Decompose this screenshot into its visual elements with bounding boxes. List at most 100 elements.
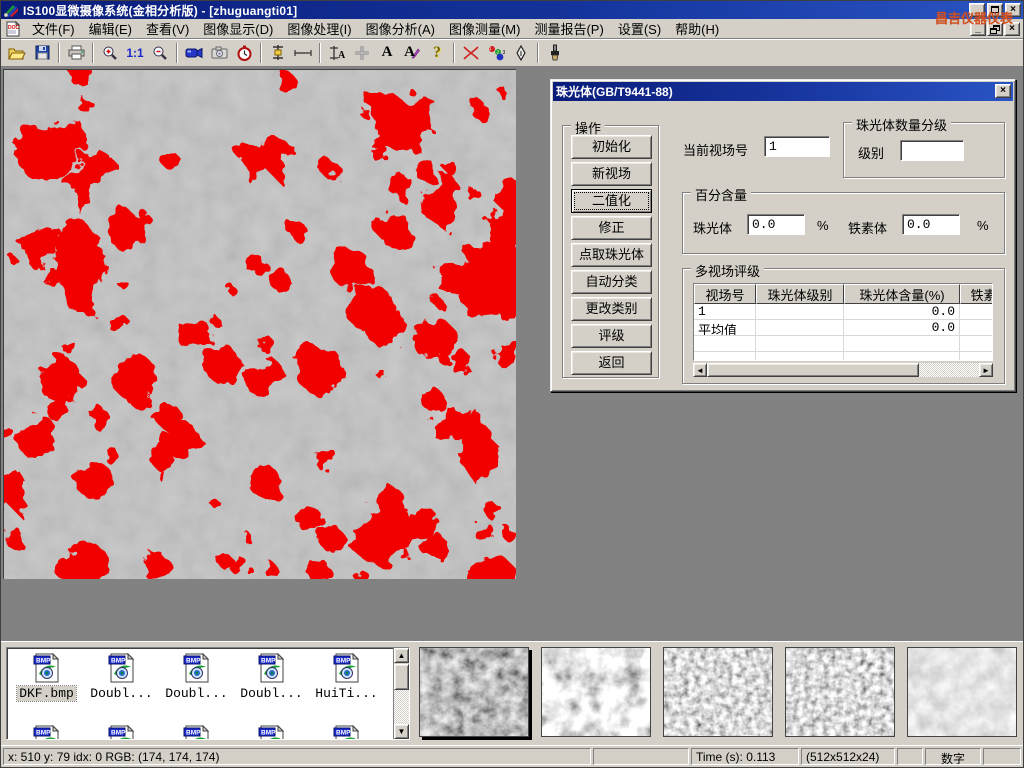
file-item[interactable]: BMP	[309, 724, 384, 740]
metallograph-thumbnail[interactable]	[907, 647, 1017, 737]
mdi-minimize-button[interactable]: _	[970, 22, 986, 36]
new-field-button[interactable]: 新视场	[571, 162, 652, 186]
menu-image-process[interactable]: 图像处理(I)	[280, 17, 358, 40]
table-row[interactable]: 平均值 0.0	[694, 320, 992, 336]
menu-file[interactable]: 文件(F)	[25, 17, 82, 40]
open-icon[interactable]	[5, 41, 29, 65]
file-list-scrollbar[interactable]: ▲ ▼	[393, 648, 409, 739]
binarize-button[interactable]: 二值化	[571, 189, 652, 213]
pearlite-percent-input[interactable]	[747, 214, 805, 235]
menu-view[interactable]: 查看(V)	[139, 17, 196, 40]
metallograph-thumbnail[interactable]	[663, 647, 773, 737]
rate-button[interactable]: 评级	[571, 324, 652, 348]
table-h-scrollbar[interactable]: ◄ ►	[693, 363, 993, 377]
curve-tool-icon[interactable]	[459, 41, 483, 65]
file-item[interactable]: BMP Doubl...	[84, 652, 159, 701]
bmp-file-icon[interactable]: BMP	[256, 652, 288, 684]
current-field-input[interactable]	[764, 136, 830, 157]
print-icon[interactable]	[64, 41, 88, 65]
timer-icon[interactable]	[232, 41, 256, 65]
col-pearlite-pct[interactable]: 珠光体含量(%)	[844, 284, 960, 304]
rating-table-header[interactable]: 视场号 珠光体级别 珠光体含量(%) 铁素体	[694, 284, 992, 304]
zoom-out-icon[interactable]	[148, 41, 172, 65]
pen-tool-icon[interactable]	[509, 41, 533, 65]
bmp-file-icon[interactable]: BMP	[331, 652, 363, 684]
close-button[interactable]: ×	[1005, 3, 1021, 17]
metallograph-thumbnail[interactable]	[541, 647, 651, 737]
file-name[interactable]: Doubl...	[88, 686, 154, 701]
metallograph-image[interactable]	[3, 69, 516, 579]
file-name[interactable]: Doubl...	[163, 686, 229, 701]
col-field-no[interactable]: 视场号	[694, 284, 756, 304]
auto-classify-button[interactable]: 自动分类	[571, 270, 652, 294]
bmp-file-icon[interactable]: BMP	[181, 724, 213, 740]
move-cross-icon[interactable]	[350, 41, 374, 65]
menu-image-analysis[interactable]: 图像分析(A)	[359, 17, 442, 40]
scroll-track[interactable]	[394, 690, 409, 724]
scroll-left-icon[interactable]: ◄	[693, 363, 707, 377]
menu-image-display[interactable]: 图像显示(D)	[196, 17, 280, 40]
bmp-file-icon[interactable]: BMP	[331, 724, 363, 740]
photo-camera-icon[interactable]	[207, 41, 231, 65]
col-pearlite-grade[interactable]: 珠光体级别	[756, 284, 844, 304]
scroll-track[interactable]	[919, 363, 979, 377]
actual-size-icon[interactable]: 1:1	[123, 41, 147, 65]
menu-help[interactable]: 帮助(H)	[668, 17, 726, 40]
bmp-file-icon[interactable]: BMP	[181, 652, 213, 684]
save-icon[interactable]	[30, 41, 54, 65]
change-class-button[interactable]: 更改类别	[571, 297, 652, 321]
file-item[interactable]: BMP	[84, 724, 159, 740]
classify-dots-icon[interactable]: 123	[484, 41, 508, 65]
ferrite-percent-input[interactable]	[902, 214, 960, 235]
maximize-button[interactable]	[987, 3, 1003, 17]
scroll-down-icon[interactable]: ▼	[394, 724, 409, 739]
file-name[interactable]: DKF.bmp	[17, 686, 76, 701]
correct-button[interactable]: 修正	[571, 216, 652, 240]
file-item[interactable]: BMP Doubl...	[234, 652, 309, 701]
dialog-close-icon[interactable]: ×	[995, 84, 1011, 98]
scroll-up-icon[interactable]: ▲	[394, 648, 409, 663]
metallograph-thumbnail[interactable]	[419, 647, 529, 737]
col-ferrite[interactable]: 铁素体	[960, 284, 993, 304]
document-icon[interactable]: DOC	[5, 21, 21, 37]
text-edit-icon[interactable]: A	[400, 41, 424, 65]
mdi-close-button[interactable]: ×	[1004, 22, 1020, 36]
init-button[interactable]: 初始化	[571, 135, 652, 159]
video-camera-icon[interactable]	[182, 41, 206, 65]
metallograph-thumbnail[interactable]	[785, 647, 895, 737]
grade-input[interactable]	[900, 140, 964, 161]
pick-pearlite-button[interactable]: 点取珠光体	[571, 243, 652, 267]
zoom-in-icon[interactable]	[98, 41, 122, 65]
scroll-right-icon[interactable]: ►	[979, 363, 993, 377]
table-row[interactable]: 1 0.0	[694, 304, 992, 320]
caliper-vertical-icon[interactable]	[266, 41, 290, 65]
brush-tool-icon[interactable]	[543, 41, 567, 65]
ruler-horizontal-icon[interactable]	[291, 41, 315, 65]
measure-text-icon[interactable]: A	[325, 41, 349, 65]
dialog-title-bar[interactable]: 珠光体(GB/T9441-88) ×	[553, 82, 1013, 101]
menu-edit[interactable]: 编辑(E)	[82, 17, 139, 40]
scroll-thumb[interactable]	[394, 664, 409, 690]
file-name[interactable]: Doubl...	[238, 686, 304, 701]
mdi-restore-button[interactable]	[987, 22, 1003, 36]
text-label-icon[interactable]: A	[375, 41, 399, 65]
menu-image-measure[interactable]: 图像测量(M)	[442, 17, 528, 40]
file-item[interactable]: BMP DKF.bmp	[9, 652, 84, 701]
menu-settings[interactable]: 设置(S)	[611, 17, 668, 40]
menu-measure-report[interactable]: 测量报告(P)	[527, 17, 610, 40]
file-name[interactable]: HuiTi...	[313, 686, 379, 701]
bmp-file-icon[interactable]: BMP	[31, 724, 63, 740]
file-item[interactable]: BMP	[9, 724, 84, 740]
scroll-thumb[interactable]	[707, 363, 919, 377]
file-item[interactable]: BMP	[234, 724, 309, 740]
minimize-button[interactable]: _	[969, 3, 985, 17]
file-item[interactable]: BMP	[159, 724, 234, 740]
rating-table[interactable]: 视场号 珠光体级别 珠光体含量(%) 铁素体 1 0.0 平均值	[693, 283, 993, 361]
file-item[interactable]: BMP HuiTi...	[309, 652, 384, 701]
bmp-file-icon[interactable]: BMP	[31, 652, 63, 684]
bmp-file-icon[interactable]: BMP	[106, 652, 138, 684]
file-list[interactable]: BMP DKF.bmp BMP Doubl... BMP Doubl... BM…	[6, 647, 410, 740]
file-item[interactable]: BMP Doubl...	[159, 652, 234, 701]
bmp-file-icon[interactable]: BMP	[256, 724, 288, 740]
bmp-file-icon[interactable]: BMP	[106, 724, 138, 740]
